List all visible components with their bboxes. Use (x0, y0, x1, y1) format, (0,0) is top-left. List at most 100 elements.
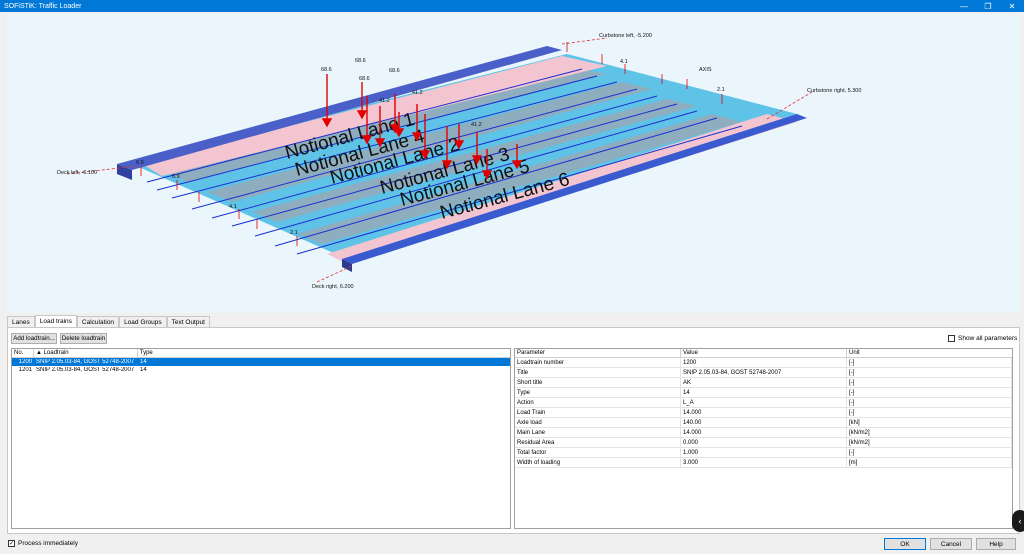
show-all-label: Show all parameters (958, 335, 1018, 342)
column-header[interactable]: Parameter (515, 349, 681, 357)
parameter-cell[interactable]: 1.000 (681, 448, 847, 457)
parameter-cell[interactable]: 14.000 (681, 428, 847, 437)
load-value: 68.6 (355, 58, 366, 64)
parameter-row[interactable]: Residual Area 0.000 [kN/m2] (515, 438, 1012, 448)
delete-loadtrain-button[interactable]: Delete loadtrain (60, 333, 107, 344)
load-trains-panel: Add loadtrain... Delete loadtrain Show a… (7, 327, 1020, 534)
parameter-cell: Main Lane (515, 428, 681, 437)
parameter-cell: [kN/m2] (847, 428, 1012, 437)
parameter-grid[interactable]: Parameter Value Unit Loadtrain number 120… (514, 348, 1013, 529)
parameter-cell[interactable]: 140.00 (681, 418, 847, 427)
edge-load-value: 6.9 (136, 160, 144, 166)
parameter-cell[interactable]: AK (681, 378, 847, 387)
parameter-cell: Load Train (515, 408, 681, 417)
parameter-cell: [-] (847, 368, 1012, 377)
process-immediately-label: Process immediately (18, 540, 78, 547)
column-header[interactable]: Unit (847, 349, 1012, 357)
parameter-row[interactable]: Load Train 14.000 [-] (515, 408, 1012, 418)
minimize-button[interactable]: — (952, 0, 976, 12)
deck-left-label: Deck left, -6.100 (57, 170, 97, 176)
edge-load-value: 2.1 (717, 87, 725, 93)
parameter-row[interactable]: Action L_A [-] (515, 398, 1012, 408)
checkbox-box[interactable] (948, 335, 955, 342)
load-value: 68.6 (359, 76, 370, 82)
tab-load-trains[interactable]: Load trains (34, 315, 77, 327)
parameter-cell[interactable]: 1200 (681, 358, 847, 367)
deck-right-label: Deck right, 6.200 (312, 284, 354, 290)
tab-calculation[interactable]: Calculation (76, 316, 120, 327)
ok-button[interactable]: OK (884, 538, 926, 550)
edge-load-value: 4.1 (620, 59, 628, 65)
list-item[interactable]: 1200 SNIP 2.05.03-84, GOST 52748-2007 14 (12, 358, 510, 366)
column-header[interactable]: Value (681, 349, 847, 357)
edge-load-value: 4.1 (229, 204, 237, 210)
title-bar: SOFiSTiK: Traffic Loader — ❐ ✕ (0, 0, 1024, 12)
edge-load-value: 6.9 (172, 174, 180, 180)
show-all-parameters-checkbox[interactable]: Show all parameters (948, 335, 1017, 342)
parameter-cell: [m] (847, 458, 1012, 467)
parameter-row[interactable]: Total factor 1.000 [-] (515, 448, 1012, 458)
sort-up-icon: ▲ (35, 350, 44, 356)
parameter-cell[interactable]: 3.000 (681, 458, 847, 467)
load-value: 68.6 (321, 67, 332, 73)
parameter-cell: Total factor (515, 448, 681, 457)
tab-text-output[interactable]: Text Output (166, 316, 210, 327)
edge-load-value: 2.1 (290, 230, 298, 236)
parameter-row[interactable]: Title SNIP 2.05.03-84, GOST 52748-2007 [-] (515, 368, 1012, 378)
parameter-cell[interactable]: L_A (681, 398, 847, 407)
parameter-rows: Loadtrain number 1200 [-] Title SNIP 2.05.03… (515, 358, 1012, 468)
loadtrain-list[interactable]: No. ▲ Loadtrain Type 1200 SNIP 2.05.03-8… (11, 348, 511, 529)
column-header[interactable]: ▲ Loadtrain (34, 349, 138, 357)
parameter-cell: Type (515, 388, 681, 397)
parameter-row[interactable]: Width of loading 3.000 [m] (515, 458, 1012, 468)
parameter-row[interactable]: Short title AK [-] (515, 378, 1012, 388)
parameter-cell: [-] (847, 358, 1012, 367)
parameter-cell: Axle load (515, 418, 681, 427)
curbstone-right-label: Curbstone right, 5.300 (807, 88, 861, 94)
parameter-cell: Width of loading (515, 458, 681, 467)
close-button[interactable]: ✕ (1000, 0, 1024, 12)
window-title: SOFiSTiK: Traffic Loader (4, 2, 82, 10)
parameter-cell[interactable]: 14.000 (681, 408, 847, 417)
process-immediately-checkbox[interactable]: ✓ Process immediately (8, 540, 78, 547)
parameter-cell: Residual Area (515, 438, 681, 447)
tab-load-groups[interactable]: Load Groups (119, 316, 167, 327)
parameter-cell[interactable]: 14 (681, 388, 847, 397)
parameter-row[interactable]: Axle load 140.00 [kN] (515, 418, 1012, 428)
parameter-row[interactable]: Type 14 [-] (515, 388, 1012, 398)
parameter-cell[interactable]: 0.000 (681, 438, 847, 447)
parameter-row[interactable]: Main Lane 14.000 [kN/m2] (515, 428, 1012, 438)
list-header: No. ▲ Loadtrain Type (12, 349, 510, 358)
parameter-cell: [kN/m2] (847, 438, 1012, 447)
parameter-cell: [kN] (847, 418, 1012, 427)
3d-viewport[interactable]: Notional Lane 1 Notional Lane 2 Notional… (7, 14, 1020, 313)
list-item[interactable]: 1201 SNIP 2.05.03-84, GOST 52748-2007 14 (12, 366, 510, 374)
load-value: 41.2 (471, 122, 482, 128)
parameter-cell: Action (515, 398, 681, 407)
parameter-cell[interactable]: SNIP 2.05.03-84, GOST 52748-2007 (681, 368, 847, 377)
axis-label: AXIS (699, 67, 712, 73)
grid-header: Parameter Value Unit (515, 349, 1012, 358)
column-header[interactable]: No. (12, 349, 34, 357)
parameter-cell: [-] (847, 378, 1012, 387)
chevron-icon[interactable]: ‹ (1012, 510, 1024, 532)
deck-drawing: Notional Lane 1 Notional Lane 2 Notional… (57, 33, 861, 290)
parameter-cell: [-] (847, 398, 1012, 407)
add-loadtrain-button[interactable]: Add loadtrain... (11, 333, 57, 344)
load-value: 41.2 (379, 98, 390, 104)
help-button[interactable]: Help (976, 538, 1016, 550)
parameter-cell: Short title (515, 378, 681, 387)
parameter-cell: Loadtrain number (515, 358, 681, 367)
curbstone-left-label: Curbstone left, -5.200 (599, 33, 652, 39)
checkbox-checked[interactable]: ✓ (8, 540, 15, 547)
column-header[interactable]: Type (138, 349, 510, 357)
tab-bar: Lanes Load trains Calculation Load Group… (7, 315, 210, 327)
parameter-cell: [-] (847, 448, 1012, 457)
parameter-row[interactable]: Loadtrain number 1200 [-] (515, 358, 1012, 368)
load-value: 41.2 (412, 90, 423, 96)
load-value: 68.6 (389, 68, 400, 74)
parameter-cell: [-] (847, 388, 1012, 397)
tab-lanes[interactable]: Lanes (7, 316, 35, 327)
restore-button[interactable]: ❐ (976, 0, 1000, 12)
cancel-button[interactable]: Cancel (930, 538, 972, 550)
